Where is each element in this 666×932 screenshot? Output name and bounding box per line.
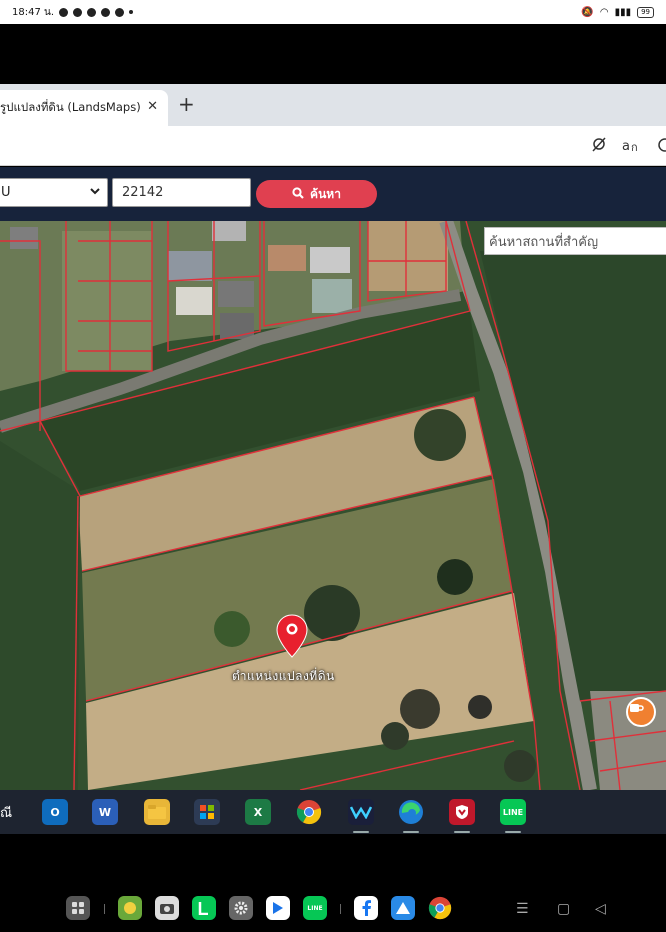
mute-icon: 🔕 [581, 6, 594, 18]
chevron-down-icon [89, 185, 101, 200]
menu-nav-icon[interactable]: ☰ [516, 901, 529, 917]
outlook-icon[interactable]: O [42, 799, 68, 825]
line-chat-icon[interactable]: LINE [303, 896, 327, 920]
file-explorer-icon[interactable] [144, 799, 170, 825]
wifi-icon: ◠ [599, 6, 609, 18]
app-w-icon[interactable] [348, 799, 374, 825]
facebook-notification-icon [59, 7, 69, 17]
close-tab-icon[interactable]: ✕ [147, 99, 158, 114]
status-time: 18:47 น. [12, 6, 55, 18]
province-select-value: U [1, 185, 11, 200]
facebook-icon[interactable] [354, 896, 378, 920]
province-select[interactable]: U [0, 178, 108, 207]
line-icon[interactable]: LINE [500, 799, 526, 825]
dock-separator [104, 904, 105, 914]
app-notification-icon [101, 7, 111, 17]
svg-text:ก: ก [631, 141, 638, 153]
excel-icon[interactable]: X [245, 799, 271, 825]
location-off-icon[interactable] [590, 136, 608, 158]
more-notifications-icon [129, 10, 134, 14]
maps-app-icon[interactable] [391, 896, 415, 920]
active-app-indicator [454, 831, 470, 833]
camera-icon[interactable] [155, 896, 179, 920]
tab-title: รูปแปลงที่ดิน (LandsMaps) [0, 100, 141, 114]
battery-icon: 99 [637, 6, 654, 18]
browser-tab-strip: รูปแปลงที่ดิน (LandsMaps) ✕ + [0, 84, 666, 126]
parcel-number-input[interactable]: 22142 [112, 178, 251, 207]
translate-icon[interactable]: aก [622, 137, 642, 157]
poi-search-input[interactable]: ค้นหาสถานที่สำคัญ [484, 227, 666, 255]
chrome-icon[interactable] [296, 799, 322, 825]
home-nav-icon[interactable]: ▢ [557, 901, 570, 917]
line-app-icon[interactable] [192, 896, 216, 920]
phone-status-bar: 18:47 น. 🔕 ◠ ▮▮▮ 99 [0, 0, 666, 24]
windows-taskbar: ณี O W X LINE [0, 790, 666, 834]
browser-tab[interactable]: รูปแปลงที่ดิน (LandsMaps) ✕ [0, 90, 168, 126]
dock-separator [340, 904, 341, 914]
chrome-icon[interactable] [428, 896, 452, 920]
svg-text:a: a [622, 139, 630, 153]
active-app-indicator [403, 831, 419, 833]
facebook-notification-icon [73, 7, 83, 17]
video-app-icon[interactable] [266, 896, 290, 920]
app-drawer-icon[interactable] [66, 896, 90, 920]
address-bar[interactable]: aก [0, 126, 666, 166]
search-button-label: ค้นหา [310, 186, 341, 201]
bank-app-icon[interactable] [118, 896, 142, 920]
word-icon[interactable]: W [92, 799, 118, 825]
mcafee-icon[interactable] [449, 799, 475, 825]
android-dock: LINE ☰ ▢ ◁ [0, 894, 666, 932]
edge-icon[interactable] [398, 799, 424, 825]
signal-icon: ▮▮▮ [614, 6, 632, 18]
cafe-icon[interactable] [626, 697, 656, 727]
zoom-icon[interactable] [656, 137, 666, 157]
landsmaps-search-bar: U 22142 ค้นหา [0, 167, 666, 221]
messenger-notification-icon [87, 7, 97, 17]
taskbar-text: ณี [0, 806, 13, 821]
map-imagery [0, 221, 666, 790]
facebook-notification-icon [115, 7, 125, 17]
active-app-indicator [505, 831, 521, 833]
pin-label: ตำแหน่งแปลงที่ดิน [232, 669, 335, 683]
search-icon [292, 186, 304, 202]
settings-gear-icon[interactable] [229, 896, 253, 920]
active-app-indicator [353, 831, 369, 833]
new-tab-button[interactable]: + [178, 92, 195, 116]
satellite-map[interactable]: ค้นหาสถานที่สำคัญ ตำแหน่งแปลงที่ดิน [0, 221, 666, 790]
back-nav-icon[interactable]: ◁ [595, 901, 606, 917]
microsoft-store-icon[interactable] [194, 799, 220, 825]
search-button[interactable]: ค้นหา [256, 180, 377, 208]
